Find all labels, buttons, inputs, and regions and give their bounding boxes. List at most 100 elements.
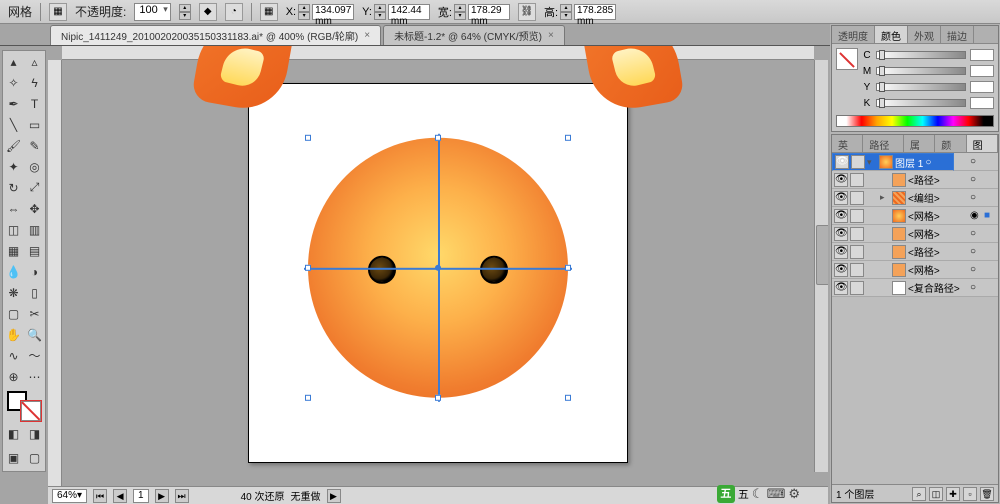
x-stepper[interactable]: ▴▾ [298, 4, 310, 20]
lock-toggle[interactable] [851, 155, 865, 169]
tab-appearance[interactable]: 外观 [908, 26, 941, 43]
width-tool[interactable]: ⇔ [3, 198, 24, 219]
tab-attributes[interactable]: 属性 [904, 135, 935, 152]
layer-row[interactable]: 👁<网格>○ [832, 261, 998, 279]
scrollbar-vertical[interactable] [814, 60, 828, 472]
shape-builder-tool[interactable]: ◫ [3, 219, 24, 240]
lock-toggle[interactable] [850, 227, 864, 241]
type-tool[interactable]: T [24, 93, 45, 114]
layer-row[interactable]: 👁<网格>◉■ [832, 207, 998, 225]
magic-wand-tool[interactable]: ✧ [3, 72, 24, 93]
m-slider[interactable] [876, 67, 966, 75]
layer-row[interactable]: 👁 <路径>○ [832, 243, 998, 261]
tab-transparency[interactable]: 透明度 [832, 26, 875, 43]
curve-tool-a[interactable]: ∿ [3, 345, 24, 366]
target-icon[interactable]: ○ [970, 264, 982, 275]
x-field[interactable]: 134.097 mm [312, 4, 354, 20]
graph-tool[interactable]: ▯ [24, 282, 45, 303]
pen-tool[interactable]: ✒ [3, 93, 24, 114]
lock-toggle[interactable] [850, 209, 864, 223]
visibility-toggle[interactable]: 👁 [834, 245, 848, 259]
artwork-fox[interactable] [308, 138, 568, 398]
visibility-toggle[interactable]: 👁 [834, 281, 848, 295]
pencil-tool[interactable]: ✎ [24, 135, 45, 156]
new-sublayer-icon[interactable]: ✚ [946, 487, 960, 501]
slice-tool[interactable]: ✂ [24, 303, 45, 324]
target-icon[interactable]: ◉ [970, 210, 982, 221]
blend-tool[interactable]: ◑ [24, 261, 45, 282]
screen-mode-2[interactable]: ▢ [24, 447, 45, 468]
artboard-number[interactable]: 1 [133, 489, 149, 503]
tab-swatches[interactable]: 英瓦 [832, 135, 863, 152]
layer-row[interactable]: 👁▸<编组>○ [832, 189, 998, 207]
opacity-dropdown[interactable]: 100 [134, 3, 170, 21]
visibility-toggle[interactable]: 👁 [834, 173, 848, 187]
layer-row[interactable]: 👁 <复合路径>○ [832, 279, 998, 297]
zoom-tool[interactable]: 🔍 [24, 324, 45, 345]
draw-mode[interactable]: ◨ [24, 423, 45, 444]
scale-tool[interactable]: ⤢ [24, 177, 45, 198]
close-icon[interactable]: × [548, 30, 554, 41]
target-icon[interactable]: ○ [970, 228, 982, 239]
layer-row[interactable]: 👁▾图层 1○ [832, 153, 954, 171]
target-tool[interactable]: ⊕ [3, 366, 24, 387]
spectrum-bar[interactable] [836, 115, 994, 127]
layer-name[interactable]: <路径> [908, 244, 968, 259]
artboard-tool[interactable]: ▢ [3, 303, 24, 324]
new-layer-icon[interactable]: ▫ [963, 487, 977, 501]
lock-toggle[interactable] [850, 281, 864, 295]
fill-swatch[interactable]: ▦ [49, 3, 67, 21]
c-value[interactable] [970, 49, 994, 61]
w-field[interactable]: 178.29 mm [468, 4, 510, 20]
stroke-swatch-none[interactable] [21, 401, 41, 421]
paintbrush-tool[interactable]: 🖌 [3, 135, 24, 156]
prev-artboard-button[interactable]: ◀ [113, 489, 127, 503]
visibility-toggle[interactable]: 👁 [834, 209, 848, 223]
h-stepper[interactable]: ▴▾ [560, 4, 572, 20]
ruler-vertical[interactable] [48, 60, 62, 486]
h-field[interactable]: 178.285 mm [574, 4, 616, 20]
k-value[interactable] [970, 97, 994, 109]
expand-toggle[interactable]: ▾ [867, 157, 877, 168]
eraser-tool[interactable]: ◎ [24, 156, 45, 177]
direct-selection-tool[interactable]: ▵ [24, 51, 45, 72]
zoom-field[interactable]: 64% ▾ [52, 489, 87, 503]
c-slider[interactable] [876, 51, 966, 59]
document-tab-2[interactable]: 未标题-1.2* @ 64% (CMYK/预览)× [383, 25, 565, 45]
status-play[interactable]: ▶ [327, 489, 341, 503]
lock-toggle[interactable] [850, 191, 864, 205]
k-slider[interactable] [876, 99, 966, 107]
y-value[interactable] [970, 81, 994, 93]
layer-name[interactable]: <编组> [908, 190, 968, 205]
target-icon[interactable]: ○ [970, 174, 982, 185]
perspective-tool[interactable]: ▥ [24, 219, 45, 240]
locate-object-icon[interactable]: ⌕ [912, 487, 926, 501]
layer-name[interactable]: <网格> [908, 208, 968, 223]
m-value[interactable] [970, 65, 994, 77]
rotate-tool[interactable]: ↻ [3, 177, 24, 198]
first-artboard-button[interactable]: ⏮ [93, 489, 107, 503]
layer-row[interactable]: 👁<网格>○ [832, 225, 998, 243]
color-mode[interactable]: ◧ [3, 423, 24, 444]
ruler-horizontal[interactable] [62, 46, 814, 60]
tab-pathfinder[interactable]: 路径组 [863, 135, 904, 152]
curve-tool-b[interactable]: 〜 [24, 345, 45, 366]
rectangle-tool[interactable]: ▭ [24, 114, 45, 135]
layer-name[interactable]: <网格> [908, 226, 968, 241]
eyedropper-tool[interactable]: 💧 [3, 261, 24, 282]
blob-brush-tool[interactable]: ✦ [3, 156, 24, 177]
target-icon[interactable]: ○ [970, 282, 982, 293]
lock-toggle[interactable] [850, 173, 864, 187]
target-icon[interactable]: ○ [970, 156, 982, 167]
y-stepper[interactable]: ▴▾ [374, 4, 386, 20]
misc-tool[interactable]: ⋯ [24, 366, 45, 387]
lasso-tool[interactable]: ϟ [24, 72, 45, 93]
tab-color[interactable]: 颜色 [875, 26, 908, 43]
layer-name[interactable]: 图层 1 [895, 155, 923, 170]
hand-tool[interactable]: ✋ [3, 324, 24, 345]
canvas[interactable] [62, 60, 814, 486]
target-icon[interactable]: ○ [970, 246, 982, 257]
layer-name[interactable]: <复合路径> [908, 280, 968, 295]
opacity-stepper[interactable]: ▴▾ [179, 4, 191, 20]
tab-color2[interactable]: 颜色 [935, 135, 966, 152]
